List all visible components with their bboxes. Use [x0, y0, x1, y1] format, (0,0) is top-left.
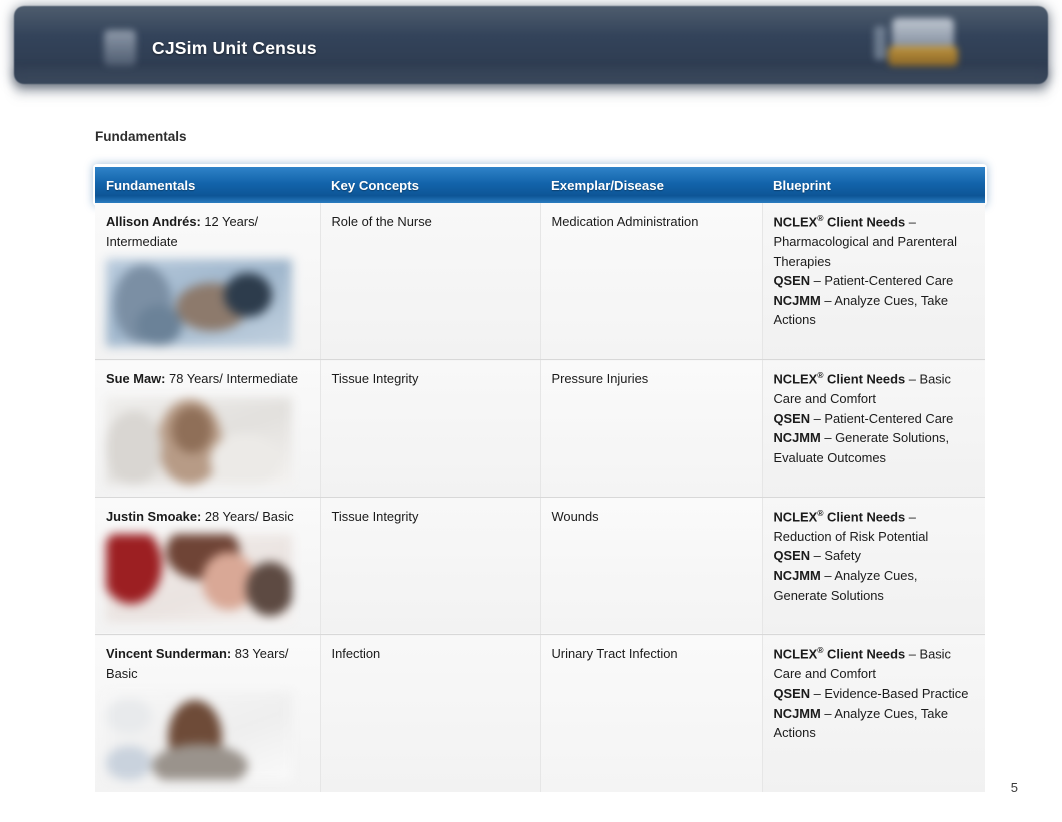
column-header-exemplar-disease: Exemplar/Disease [551, 177, 664, 193]
blueprint-line: NCJMM – Analyze Cues, Take Actions [774, 704, 974, 743]
blueprint-line: QSEN – Patient-Centered Care [774, 271, 974, 291]
cell-blueprint: NCLEX® Client Needs – Pharmacological an… [761, 203, 985, 361]
patient-photo-justin-smoake [106, 534, 292, 623]
blueprint-key: QSEN [773, 548, 811, 564]
cell-fundamentals: Justin Smoake: 28 Years/ Basic [95, 497, 320, 636]
blueprint-value: – Safety [810, 548, 861, 564]
blueprint-line: QSEN – Evidence-Based Practice [774, 684, 974, 704]
section-title: Fundamentals [95, 129, 187, 144]
blueprint-line: NCJMM – Analyze Cues, Generate Solutions [774, 566, 974, 605]
table-row: Vincent Sunderman: 83 Years/ Basic Infect… [95, 634, 985, 792]
blueprint-line: NCLEX® Client Needs – Pharmacological an… [774, 212, 974, 271]
patient-photo-vincent-sunderman [106, 691, 292, 780]
blueprint-line: NCJMM – Analyze Cues, Take Actions [774, 291, 974, 330]
publisher-logo-icon [874, 16, 970, 72]
table-body: Allison Andrés: 12 Years/ Intermediate Ro… [95, 203, 985, 792]
blueprint-value: – Patient-Centered Care [810, 273, 954, 289]
column-header-key-concepts: Key Concepts [331, 177, 419, 193]
slide-banner: CJSim Unit Census [0, 0, 1062, 100]
blueprint-key: QSEN [773, 410, 811, 426]
cell-fundamentals: Allison Andrés: 12 Years/ Intermediate [95, 203, 320, 361]
table-row: Allison Andrés: 12 Years/ Intermediate Ro… [95, 203, 985, 361]
cell-blueprint: NCLEX® Client Needs – Reduction of Risk … [761, 497, 985, 636]
blueprint-key: NCJMM [773, 292, 821, 308]
column-header-fundamentals: Fundamentals [106, 177, 196, 193]
cell-exemplar-disease: Wounds [539, 497, 762, 636]
cell-fundamentals: Vincent Sunderman: 83 Years/ Basic [95, 634, 320, 792]
blueprint-key-rest: Client Needs [823, 646, 906, 662]
banner-shadow [14, 70, 1048, 100]
patient-name: Justin Smoake: [106, 508, 202, 524]
patient-photo-sue-maw [106, 396, 292, 485]
blueprint-key-rest: Client Needs [823, 509, 906, 525]
blueprint-value: – Patient-Centered Care [810, 410, 954, 426]
table-row: Sue Maw: 78 Years/ Intermediate Tissue In… [95, 359, 985, 498]
cell-exemplar-disease: Medication Administration [539, 203, 762, 361]
cell-key-concepts: Role of the Nurse [319, 203, 540, 361]
cell-exemplar-disease: Urinary Tract Infection [539, 634, 762, 792]
blueprint-line: NCJMM – Generate Solutions, Evaluate Out… [774, 428, 974, 467]
patient-detail: 28 Years/ Basic [201, 508, 294, 524]
blueprint-key: NCLEX [773, 214, 818, 230]
blueprint-line: QSEN – Patient-Centered Care [774, 409, 974, 429]
table-header-row: Fundamentals Key Concepts Exemplar/Disea… [95, 167, 985, 203]
cell-fundamentals: Sue Maw: 78 Years/ Intermediate [95, 359, 320, 498]
cell-blueprint: NCLEX® Client Needs – Basic Care and Com… [761, 634, 985, 792]
patient-name: Vincent Sunderman: [106, 646, 232, 662]
banner-title: CJSim Unit Census [152, 38, 317, 58]
cell-key-concepts: Infection [319, 634, 540, 792]
blueprint-line: QSEN – Safety [774, 546, 974, 566]
patient-photo-allison-andres [106, 259, 292, 348]
cell-key-concepts: Tissue Integrity [319, 497, 540, 636]
column-header-blueprint: Blueprint [773, 177, 831, 193]
blueprint-key: NCJMM [773, 430, 821, 446]
blueprint-key: NCLEX [773, 509, 818, 525]
blueprint-key: QSEN [773, 685, 811, 701]
cell-blueprint: NCLEX® Client Needs – Basic Care and Com… [761, 359, 985, 498]
blueprint-line: NCLEX® Client Needs – Basic Care and Com… [774, 644, 974, 684]
patient-name: Allison Andrés: [106, 214, 201, 229]
page-number: 5 [1010, 780, 1018, 795]
blueprint-line: NCLEX® Client Needs – Reduction of Risk … [774, 507, 974, 547]
blueprint-key: NCLEX [773, 371, 818, 387]
cell-exemplar-disease: Pressure Injuries [539, 359, 762, 498]
patient-detail: 78 Years/ Intermediate [165, 371, 299, 387]
table-row: Justin Smoake: 28 Years/ Basic Tissue Int… [95, 497, 985, 636]
census-table: Fundamentals Key Concepts Exemplar/Disea… [95, 167, 985, 792]
blueprint-key: NCJMM [773, 705, 821, 721]
blueprint-key: QSEN [773, 273, 811, 289]
patient-name: Sue Maw: [106, 371, 166, 387]
cell-key-concepts: Tissue Integrity [319, 359, 540, 498]
blueprint-value: – Evidence-Based Practice [810, 685, 969, 701]
blueprint-line: NCLEX® Client Needs – Basic Care and Com… [774, 369, 974, 409]
blueprint-key: NCJMM [773, 567, 821, 583]
blueprint-key: NCLEX [773, 646, 818, 662]
blueprint-key-rest: Client Needs [823, 371, 906, 387]
app-badge-icon [104, 30, 136, 66]
blueprint-key-rest: Client Needs [823, 214, 906, 230]
